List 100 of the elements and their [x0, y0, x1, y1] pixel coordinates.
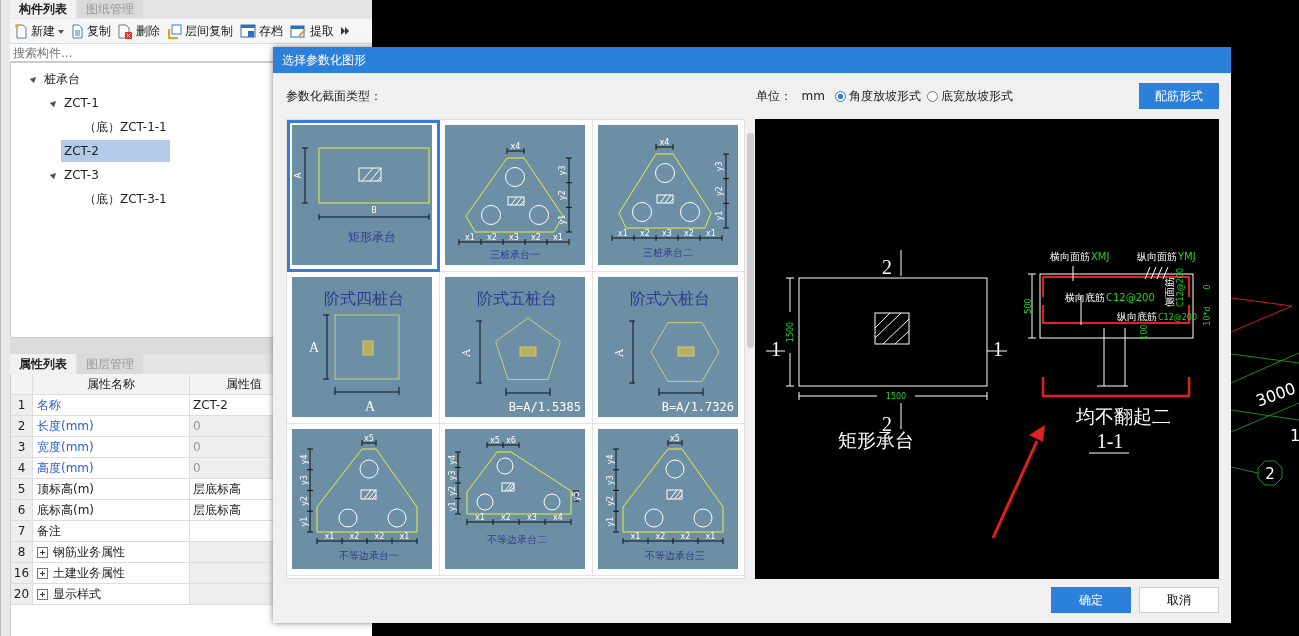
- row-number: 16: [11, 563, 33, 583]
- toolbar-button[interactable]: 存档: [240, 22, 283, 40]
- radio-option[interactable]: 底宽放坡形式: [927, 87, 1013, 105]
- shape-title: 阶式五桩台: [477, 290, 557, 307]
- unit-value: mm: [801, 89, 825, 103]
- toolbar-button[interactable]: 删除: [118, 22, 160, 40]
- dimension-label: x4: [553, 513, 563, 522]
- dimension-label: x2: [684, 229, 694, 238]
- new-file-icon: [14, 23, 28, 39]
- plus-box-icon[interactable]: [37, 588, 48, 600]
- row-number: 7: [11, 521, 33, 541]
- property-name: 顶标高(m): [33, 479, 190, 499]
- dimension-label: y4: [448, 454, 457, 465]
- dimension-label: 1500: [885, 392, 907, 401]
- tree-item[interactable]: ZCT-1: [61, 92, 102, 114]
- rebar-spec: C12@200: [1106, 292, 1155, 303]
- dimension-label: x2: [487, 233, 497, 242]
- tab[interactable]: 属性列表: [10, 354, 76, 374]
- double-chevron-icon[interactable]: [341, 27, 349, 35]
- property-name: 底标高(m): [33, 500, 190, 520]
- dimension-label: y2: [558, 190, 567, 200]
- dimension-label: y2: [715, 186, 724, 196]
- document-delete-icon: [118, 23, 133, 39]
- dimension-label: 1500: [786, 321, 795, 343]
- rebar-spec: C12@200: [1176, 267, 1185, 307]
- tab[interactable]: 构件列表: [10, 0, 76, 18]
- rebar-label: 横向面筋: [1050, 251, 1090, 262]
- formula-label: B=A/1.7326: [661, 400, 734, 414]
- dimension-label: A: [459, 348, 473, 358]
- tree-item[interactable]: 桩承台: [41, 68, 83, 90]
- dimension-label: x1: [630, 532, 641, 541]
- dimension-label: x2: [640, 229, 650, 238]
- toolbar-button[interactable]: 层间复制: [167, 22, 233, 40]
- section-title: 1-1: [1096, 430, 1124, 452]
- dimension-label: x1: [324, 532, 335, 541]
- toolbar-button[interactable]: 提取: [290, 22, 334, 40]
- toolbar-button[interactable]: 新建: [14, 22, 64, 40]
- tree-item[interactable]: ZCT-3: [61, 164, 102, 186]
- shape-caption: 不等边承台三: [645, 550, 705, 561]
- footing-drawing: [650, 322, 720, 382]
- dimension-label: y3: [558, 165, 567, 176]
- edit-icon: [290, 23, 307, 39]
- dimension-label: y2: [300, 495, 309, 506]
- dimension-label: y3: [606, 475, 615, 486]
- window-icon: [240, 23, 256, 39]
- dimension-label: x3: [662, 229, 672, 238]
- section-mark: 1: [993, 338, 1003, 360]
- shape-title: 阶式四桩台: [324, 290, 404, 307]
- dimension-label: x5: [670, 434, 680, 443]
- footing-drawing: [334, 314, 400, 380]
- section-mark: 2: [882, 256, 892, 278]
- row-number: 8: [11, 542, 33, 562]
- radio-icon[interactable]: [835, 90, 846, 102]
- document-icon: [71, 23, 84, 39]
- dimension-label: y3: [300, 475, 309, 486]
- formula-label: B=A/1.5385: [508, 400, 581, 414]
- plus-box-icon[interactable]: [37, 546, 48, 558]
- row-number: 20: [11, 584, 33, 604]
- dimension-label: x2: [501, 513, 511, 522]
- property-group[interactable]: 钢筋业务属性: [53, 542, 125, 562]
- dimension-label: B: [371, 206, 377, 215]
- dimension-label: x2: [531, 233, 541, 242]
- row-number: 2: [11, 416, 33, 436]
- toolbar-button[interactable]: 复制: [71, 22, 111, 40]
- rebar-label: 纵向面筋: [1137, 251, 1177, 262]
- dialog-button[interactable]: 取消: [1139, 587, 1219, 613]
- dimension-label: 1: [1290, 426, 1299, 445]
- layers-icon: [167, 23, 182, 39]
- radio-option[interactable]: 角度放坡形式: [835, 87, 921, 105]
- rebar-button[interactable]: 配筋形式: [1139, 83, 1219, 109]
- section-note: 均不翻起二: [1075, 405, 1171, 427]
- tree-item[interactable]: ZCT-2: [61, 140, 170, 162]
- shape-caption: 矩形承台: [348, 230, 396, 244]
- rebar-spec: XMJ: [1091, 251, 1110, 262]
- dimension-label: x2: [655, 532, 666, 541]
- radio-icon[interactable]: [927, 90, 938, 102]
- property-name: 名称: [33, 395, 190, 415]
- axis-line: [1230, 297, 1293, 333]
- tree-item[interactable]: （底）ZCT-3-1: [81, 188, 170, 210]
- dimension-label: y4: [300, 454, 309, 465]
- dialog-button[interactable]: 确定: [1051, 587, 1131, 613]
- dimension-label: y3: [448, 470, 457, 481]
- dimension-label: x2: [680, 532, 691, 541]
- property-group[interactable]: 土建业务属性: [53, 563, 125, 583]
- dimension-label: A: [364, 399, 376, 414]
- dimension-label: x5: [490, 436, 500, 445]
- dimension-label: x2: [374, 532, 385, 541]
- dimension-label: 10*d: [1203, 306, 1212, 326]
- dimension-label: 500: [1024, 298, 1033, 314]
- dimension-label: y4: [606, 454, 615, 465]
- section-type-label: 参数化截面类型：: [286, 87, 383, 105]
- tree-item[interactable]: （底）ZCT-1-1: [81, 116, 170, 138]
- dimension-label: x1: [399, 532, 410, 541]
- axis-label: 2: [1265, 465, 1275, 483]
- dimension-label: x1: [475, 513, 485, 522]
- dimension-label: y3: [715, 161, 724, 172]
- property-group[interactable]: 显示样式: [53, 584, 101, 604]
- dimension-label: x5: [364, 434, 374, 443]
- row-number: 3: [11, 437, 33, 457]
- plus-box-icon[interactable]: [37, 567, 48, 579]
